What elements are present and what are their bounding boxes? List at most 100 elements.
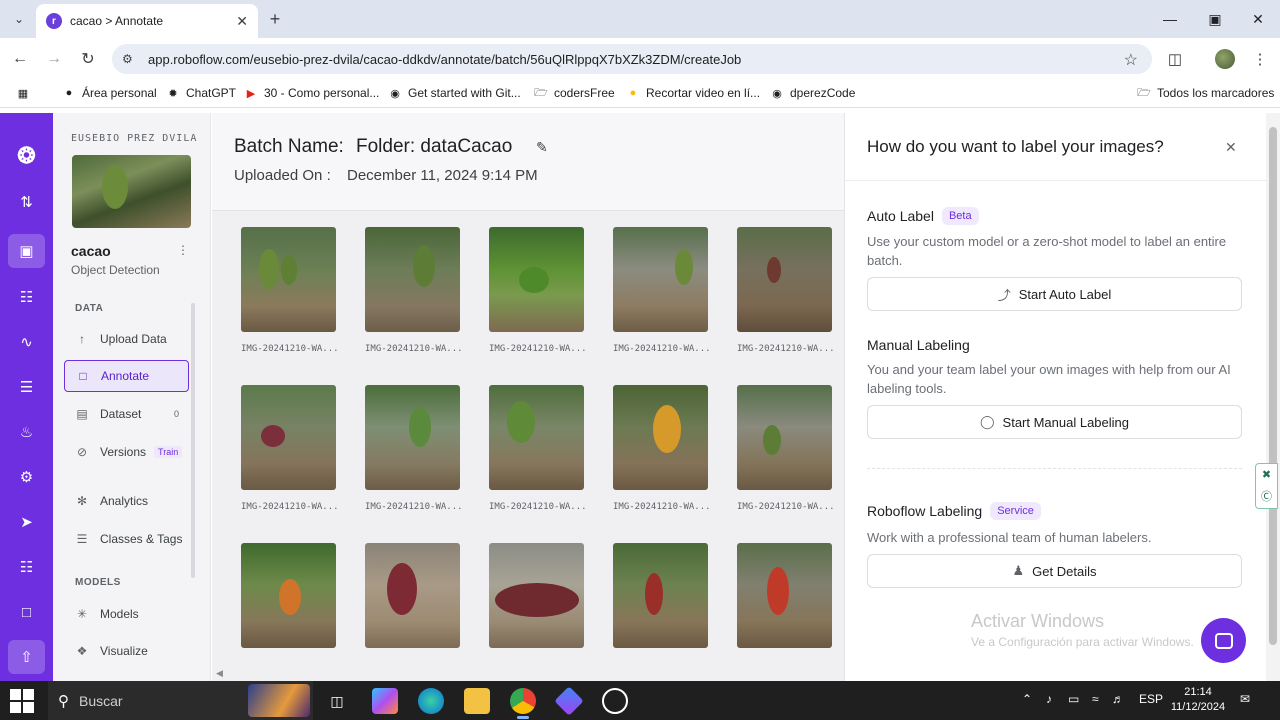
new-tab-plus-icon[interactable]: + bbox=[264, 8, 286, 30]
sidebar-item-annotate[interactable]: □ Annotate bbox=[64, 360, 189, 392]
site-settings-icon[interactable]: ⚙ bbox=[122, 52, 140, 66]
image-tile[interactable]: IMG-20241210-WA... bbox=[365, 385, 463, 512]
url-text[interactable]: app.roboflow.com/eusebio-prez-dvila/caca… bbox=[148, 52, 741, 67]
image-caption: IMG-20241210-WA... bbox=[241, 344, 339, 354]
google-icon: ● bbox=[629, 87, 637, 99]
help-icon[interactable]: □ bbox=[8, 595, 45, 629]
image-tile[interactable]: IMG-20241210-WA... bbox=[365, 227, 463, 354]
roboflow-logo-icon[interactable]: ❂ bbox=[8, 139, 45, 173]
image-tile[interactable] bbox=[365, 543, 460, 648]
image-tile[interactable]: IMG-20241210-WA... bbox=[613, 385, 711, 512]
get-details-button[interactable]: ♟ Get Details bbox=[867, 554, 1242, 588]
tab-close-icon[interactable]: ✕ bbox=[236, 13, 248, 30]
image-tile[interactable]: IMG-20241210-WA... bbox=[241, 227, 339, 354]
bookmark-area-personal[interactable]: ● Área personal bbox=[62, 86, 157, 100]
sidebar-item-versions[interactable]: ⊘ Versions Train bbox=[64, 436, 189, 468]
bookmark-star-icon[interactable]: ☆ bbox=[1124, 50, 1138, 70]
extension-close-icon[interactable]: ✖ bbox=[1262, 468, 1271, 481]
taskbar-clock[interactable]: 21:14 11/12/2024 bbox=[1170, 685, 1226, 715]
bookmark-recortar-video[interactable]: ● Recortar video en lí... bbox=[626, 86, 760, 100]
sidebar-item-analytics[interactable]: ✻ Analytics bbox=[64, 485, 189, 517]
git-app-icon[interactable] bbox=[554, 686, 584, 716]
bookmark-dperezcode[interactable]: ◉ dperezCode bbox=[770, 86, 855, 100]
taskbar-search-text[interactable]: Buscar bbox=[79, 693, 123, 709]
search-highlight-image[interactable] bbox=[248, 684, 310, 717]
horizontal-scrollbar[interactable]: ◀ bbox=[212, 668, 844, 681]
recorder-icon[interactable] bbox=[602, 688, 628, 714]
deploy-stack-icon[interactable]: ☰ bbox=[8, 370, 45, 404]
extension-logo-icon[interactable]: Ⓒ bbox=[1261, 488, 1272, 504]
window-close-button[interactable]: ✕ bbox=[1238, 6, 1278, 32]
window-minimize-button[interactable]: — bbox=[1150, 6, 1190, 32]
settings-gear-icon[interactable]: ⚙ bbox=[8, 460, 45, 494]
image-tile[interactable]: IMG-20241210-WA... bbox=[489, 385, 587, 512]
image-tile[interactable] bbox=[241, 543, 336, 648]
upload-sort-icon[interactable]: ⇅ bbox=[8, 185, 45, 219]
versions-icon: ⊘ bbox=[76, 445, 88, 459]
upgrade-icon[interactable]: ⇧ bbox=[8, 640, 45, 674]
image-tile[interactable]: IMG-20241210-WA... bbox=[737, 227, 835, 354]
inbox-icon[interactable]: ▣ bbox=[8, 234, 45, 268]
edit-pencil-icon[interactable]: ✎ bbox=[536, 139, 548, 156]
sidebar-item-models[interactable]: ✳ Models bbox=[64, 598, 189, 630]
image-tile[interactable]: IMG-20241210-WA... bbox=[241, 385, 339, 512]
analytics-chart-icon[interactable]: ∿ bbox=[8, 325, 45, 359]
extensions-puzzle-icon[interactable]: ◫ bbox=[1163, 47, 1187, 71]
browser-tab-active[interactable]: r cacao > Annotate ✕ bbox=[36, 4, 258, 38]
docs-book-icon[interactable]: ☷ bbox=[8, 550, 45, 584]
chat-icon bbox=[1214, 632, 1233, 649]
chat-support-button[interactable] bbox=[1201, 618, 1246, 663]
bookmark-chatgpt[interactable]: ✹ ChatGPT bbox=[166, 86, 236, 100]
copilot-icon[interactable] bbox=[372, 688, 398, 714]
battery-icon[interactable]: ▭ bbox=[1068, 692, 1079, 706]
image-tile[interactable]: IMG-20241210-WA... bbox=[489, 227, 587, 354]
project-menu-icon[interactable]: ⋮ bbox=[177, 243, 189, 257]
image-tile[interactable]: IMG-20241210-WA... bbox=[613, 227, 711, 354]
drawer-scrollbar[interactable] bbox=[1266, 113, 1280, 681]
address-bar[interactable]: ⚙ app.roboflow.com/eusebio-prez-dvila/ca… bbox=[112, 44, 1152, 74]
rocket-icon[interactable]: ➤ bbox=[8, 505, 45, 539]
microphone-icon[interactable]: ♪ bbox=[1046, 692, 1052, 706]
tab-search-chevron-icon[interactable]: ⌄ bbox=[8, 8, 30, 30]
forward-arrow-icon[interactable]: → bbox=[42, 47, 66, 71]
sidebar-item-upload-data[interactable]: ↑ Upload Data bbox=[64, 323, 189, 355]
chrome-menu-icon[interactable]: ⋮ bbox=[1248, 47, 1272, 71]
close-icon[interactable]: ✕ bbox=[1225, 139, 1237, 156]
reload-icon[interactable]: ↻ bbox=[76, 47, 100, 71]
language-indicator[interactable]: ESP bbox=[1139, 692, 1163, 706]
section-label-models: MODELS bbox=[75, 577, 121, 588]
window-maximize-button[interactable]: ▣ bbox=[1195, 6, 1235, 32]
sidebar-scrollbar[interactable] bbox=[191, 303, 195, 578]
bookmark-codersfree[interactable]: 🗁 codersFree bbox=[534, 86, 615, 100]
workflow-icon[interactable]: ☷ bbox=[8, 280, 45, 314]
wifi-icon[interactable]: ≈ bbox=[1092, 692, 1099, 706]
bookmark-youtube[interactable]: ▶ 30 - Como personal... bbox=[244, 86, 380, 100]
sidebar-item-visualize[interactable]: ❖ Visualize bbox=[64, 635, 189, 667]
bell-icon[interactable]: ♨ bbox=[8, 415, 45, 449]
notifications-icon[interactable]: ✉ bbox=[1240, 692, 1250, 706]
image-tile[interactable] bbox=[613, 543, 708, 648]
windows-start-icon[interactable] bbox=[10, 689, 34, 713]
bookmark-github-started[interactable]: ◉ Get started with Git... bbox=[388, 86, 521, 100]
image-tile[interactable]: IMG-20241210-WA... bbox=[737, 385, 835, 512]
chrome-icon[interactable] bbox=[510, 688, 536, 719]
extension-widget[interactable]: ✖ Ⓒ bbox=[1255, 463, 1278, 509]
profile-avatar[interactable] bbox=[1213, 47, 1237, 71]
volume-icon[interactable]: ♬ bbox=[1112, 692, 1124, 706]
task-view-icon[interactable]: ◫ bbox=[324, 688, 350, 714]
start-auto-label-button[interactable]: ⤴ Start Auto Label bbox=[867, 277, 1242, 311]
image-tile[interactable] bbox=[737, 543, 832, 648]
visualize-icon: ❖ bbox=[76, 644, 88, 658]
sidebar-item-dataset[interactable]: ▤ Dataset 0 bbox=[64, 398, 189, 430]
back-arrow-icon[interactable]: ← bbox=[8, 47, 32, 71]
file-explorer-icon[interactable] bbox=[464, 688, 490, 714]
show-hidden-icons-chevron-icon[interactable]: ⌃ bbox=[1022, 692, 1032, 706]
apps-grid-icon[interactable]: ▦ bbox=[16, 86, 36, 100]
all-bookmarks-folder[interactable]: 🗁 Todos los marcadores bbox=[1137, 86, 1274, 100]
project-thumbnail[interactable] bbox=[72, 155, 191, 228]
start-manual-labeling-button[interactable]: ◯ Start Manual Labeling bbox=[867, 405, 1242, 439]
image-tile[interactable] bbox=[489, 543, 584, 648]
edge-icon[interactable] bbox=[418, 688, 444, 714]
sidebar-item-classes-tags[interactable]: ☰ Classes & Tags bbox=[64, 523, 189, 555]
scroll-left-arrow-icon[interactable]: ◀ bbox=[216, 668, 223, 679]
